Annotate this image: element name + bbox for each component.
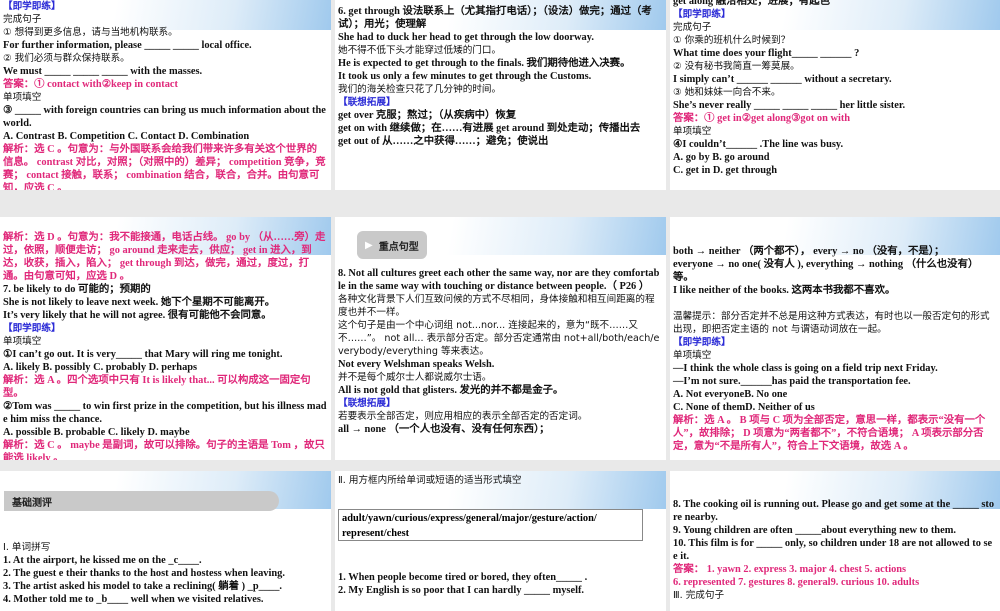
word-box: adult/yawn/curious/express/general/major… [338, 509, 643, 541]
text-line: I like neither of the books. 这两本书我都不喜欢。 [673, 285, 896, 296]
text-line: ③ 她和妹妹一向合不来。 [673, 87, 781, 98]
text-line: 8. Not all cultures greet each other the… [338, 268, 660, 292]
text-line: 解析：选 D 。句意为：我不能接通，电话占线。 go by （从……旁）走过，依… [3, 232, 326, 282]
text-line: 答案： 1. yawn 2. express 3. major 4. chest… [673, 564, 907, 575]
text-line: get on with 继续做；在……有进展 get around 到处走动；传… [338, 123, 641, 134]
text-line: A. likely B. possibly C. probably D. per… [3, 362, 198, 373]
text-line: 8. The cooking oil is running out. Pleas… [673, 499, 995, 523]
text-line: 1. At the airport, he kissed me on the _… [3, 555, 202, 566]
text-line: 解析：选 A 。 B 项与 C 项为全部否定，意思一样，都表示“没有一个人”，故… [673, 415, 986, 452]
slide-8: Ⅱ. 用方框内所给单词或短语的适当形式填空 adult/yawn/curious… [335, 471, 666, 611]
slide-3: get along 融洽相处；进展；有起色【即学即练】 完成句子 ① 你乘的班机什么… [670, 0, 1000, 190]
text-line: all → none （一个人也没有、没有任何东西）； [338, 424, 550, 435]
section-badge: ▶ 重点句型 [357, 231, 427, 259]
text-line: both → neither （两个都不）， every → no （没有，不是… [673, 246, 945, 257]
text-line: get out of 从……之中获得……；避免；使说出 [338, 136, 549, 147]
text-line: ② 没有秘书我简直一筹莫展。 [673, 61, 800, 72]
text-line: Not every Welshman speaks Welsh. [338, 359, 495, 370]
slide-4: 解析：选 D 。句意为：我不能接通，电话占线。 go by （从……旁）走过，依… [0, 217, 331, 460]
text-line: 解析：选 C 。句意为：与外国联系会给我们带来许多有关这个世界的信息。 cont… [3, 144, 326, 190]
text-line: 答案：① contact with②keep in contact [3, 79, 178, 90]
text-line: ③ _____ with foreign countries can bring… [3, 105, 326, 129]
text-line: ② 我们必须与群众保持联系。 [3, 53, 130, 64]
text-line: —I think the whole class is going on a f… [673, 363, 938, 374]
slide-7: 基础测评 Ⅰ. 单词拼写 1. At the airport, he kissed… [0, 471, 331, 611]
play-arrow-icon: ▶ [365, 239, 373, 251]
text-line: C. get in D. get through [673, 165, 778, 176]
text-line: All is not gold that glisters. 发光的并不都是金子… [338, 385, 564, 396]
text-line: 【即学即练】 [673, 9, 731, 20]
text-line: 10. This film is for _____ only, so chil… [673, 538, 993, 562]
text-line: everyone → no one( 没有人 ), everything → n… [673, 259, 979, 283]
slide-6: both → neither （两个都不）， every → no （没有，不是… [670, 217, 1000, 460]
text-line: She had to duck her head to get through … [338, 32, 594, 43]
text-line: 【即学即练】 [673, 337, 731, 348]
text-line: What time does your flight_____ ______ ? [673, 48, 860, 59]
text-line: 【即学即练】 [3, 323, 61, 334]
slide-1: 【即学即练】 完成句子 ① 想得到更多信息，请与当地机构联系。 For further… [0, 0, 331, 190]
text-line: 她不得不低下头才能穿过低矮的门口。 [338, 45, 502, 56]
text-line: 单项填空 [673, 350, 712, 361]
text-line: 温馨提示：部分否定并不总是用这种方式表达，有时也以一般否定句的形式出现，即把否定… [673, 311, 990, 335]
text-line: She is not likely to leave next week. 她下… [3, 297, 276, 308]
text-line: 并不是每个威尔士人都说威尔士语。 [338, 372, 492, 383]
text-line: A. Contrast B. Competition C. Contact D.… [3, 131, 250, 142]
text-line: 各种文化背景下人们互致问候的方式不尽相同，身体接触和相互间距离的程度也并不一样。 [338, 294, 655, 318]
text-line: —I’m not sure.______has paid the transpo… [673, 376, 911, 387]
text-line: A. possible B. probable C. likely D. may… [3, 427, 190, 438]
text-line: ④I couldn’t______ .The line was busy. [673, 139, 844, 150]
text-line: 我们的海关检查只花了几分钟的时间。 [338, 84, 502, 95]
text-line: 【即学即练】 [3, 1, 61, 12]
text-line: 【联想拓展】 [338, 398, 396, 409]
text-line: ②Tom was _____ to win first prize in the… [3, 401, 327, 425]
text-line: I simply can’t ______ ______ without a s… [673, 74, 892, 85]
text-line: 3. The artist asked his model to take a … [3, 581, 283, 592]
text-line: 这个句子是由一个中心词组 not...nor... 连接起来的，意为“既不……又… [338, 320, 660, 357]
text-line: It’s very likely that he will not agree.… [3, 310, 272, 321]
text-line: He is expected to get through to the fin… [338, 58, 631, 69]
text-line: 6. represented 7. gestures 8. general9. … [673, 577, 920, 588]
text-line: Ⅰ. 单词拼写 [3, 542, 51, 553]
badge-label: 基础测评 [12, 497, 52, 509]
text-line: We must _____ _____ _____ with the masse… [3, 66, 203, 77]
text-line: 9. Young children are often _____about e… [673, 525, 956, 536]
section-badge: 基础测评 [4, 491, 279, 511]
text-line: A. Not everyoneB. No one [673, 389, 788, 400]
text-line: 6. get through 设法联系上（尤其指打电话）；（设法）做完；通过（考… [338, 6, 652, 30]
text-line: get along 融洽相处；进展；有起色 [673, 0, 831, 7]
text-line: 单项填空 [673, 126, 712, 137]
slide-9: 8. The cooking oil is running out. Pleas… [670, 471, 1000, 611]
section-heading: Ⅱ. 用方框内所给单词或短语的适当形式填空 [338, 475, 522, 486]
text-line: 【联想拓展】 [338, 97, 396, 108]
text-line: For further information, please _____ __… [3, 40, 252, 51]
text-line: She’s never really _____ _____ _____ her… [673, 100, 906, 111]
text-line: 2. My English is so poor that I can hard… [338, 585, 585, 596]
text-line: ① 你乘的班机什么时候到？ [673, 35, 791, 46]
text-line: 完成句子 [673, 22, 712, 33]
text-line: 1. When people become tired or bored, th… [338, 572, 588, 583]
text-line: 2. The guest e their thanks to the host … [3, 568, 285, 579]
text-line: ①I can’t go out. It is very_____ that Ma… [3, 349, 283, 360]
text-line: 答案：① get in②get along③got on with [673, 113, 851, 124]
text-line: It took us only a few minutes to get thr… [338, 71, 592, 82]
text-line: ① 想得到更多信息，请与当地机构联系。 [3, 27, 178, 38]
text-line: 若要表示全部否定，则应用相应的表示全部否定的否定词。 [338, 411, 588, 422]
slide-2: 6. get through 设法联系上（尤其指打电话）；（设法）做完；通过（考… [335, 0, 666, 190]
text-line: 单项填空 [3, 336, 42, 347]
text-line: Ⅲ. 完成句子 [673, 590, 725, 601]
text-line: 解析：选 C 。 maybe 是副词，故可以排除。句子的主语是 Tom ，故只能… [3, 440, 325, 460]
text-line: 解析：选 A 。四个选项中只有 It is likely that... 可以构… [3, 375, 311, 399]
text-line: 完成句子 [3, 14, 42, 25]
badge-label: 重点句型 [378, 241, 419, 253]
text-line: 单项填空 [3, 92, 42, 103]
slide-5: ▶ 重点句型 8. Not all cultures greet each oth… [335, 217, 666, 460]
text-line: C. None of themD. Neither of us [673, 402, 815, 413]
text-line: A. go by B. go around [673, 152, 770, 163]
text-line: get over 克服；熬过；（从疾病中）恢复 [338, 110, 517, 121]
text-line: 7. be likely to do 可能的；预期的 [3, 284, 151, 295]
text-line [673, 297, 996, 310]
